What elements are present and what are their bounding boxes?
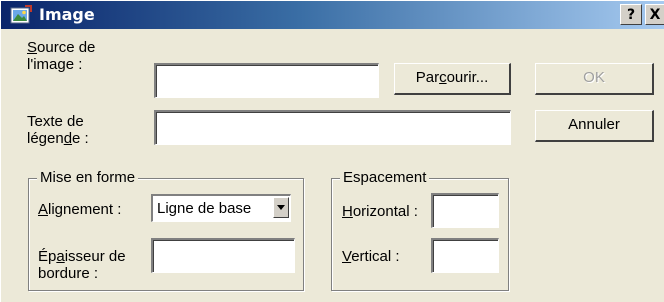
cancel-button[interactable]: Annuler	[535, 110, 654, 142]
image-app-icon	[10, 5, 32, 25]
alignment-label: Alignement :	[38, 201, 122, 218]
alignment-value: Ligne de base	[157, 200, 252, 217]
window-title: Image	[39, 5, 95, 24]
border-label-line2: bordure :	[38, 265, 99, 282]
alignment-select[interactable]: Ligne de base	[151, 194, 291, 222]
ok-button[interactable]: OK	[535, 63, 654, 95]
border-thickness-input[interactable]	[151, 238, 295, 273]
vertical-spacing-input[interactable]	[431, 238, 499, 273]
close-button[interactable]: X	[645, 4, 664, 25]
border-label: Épaisseur de bordure :	[38, 248, 126, 282]
image-dialog: Image ? X Source de l'image : Parcourir.…	[0, 0, 664, 302]
help-button[interactable]: ?	[620, 4, 642, 25]
browse-button[interactable]: Parcourir...	[394, 63, 511, 95]
source-label-line1: Source de	[27, 39, 96, 56]
caption-label: Texte de légende :	[27, 113, 89, 147]
browse-label: Parcourir...	[415, 69, 489, 86]
dropdown-arrow-icon[interactable]	[273, 197, 289, 218]
horizontal-spacing-input[interactable]	[431, 193, 499, 228]
vertical-label: Vertical :	[342, 248, 400, 265]
title-bar[interactable]: Image ? X	[1, 1, 664, 29]
source-label-line2: l'image :	[27, 56, 83, 73]
horizontal-label: Horizontal :	[342, 203, 418, 220]
spacing-legend: Espacement	[340, 169, 430, 186]
border-label-line1: Épaisseur de	[38, 248, 126, 265]
caption-label-line1: Texte de	[27, 113, 84, 130]
caption-input[interactable]	[154, 110, 511, 145]
formatting-legend: Mise en forme	[37, 169, 139, 186]
source-input[interactable]	[154, 63, 379, 98]
source-label: Source de l'image :	[27, 39, 95, 73]
caption-label-line2: légende :	[27, 130, 89, 147]
